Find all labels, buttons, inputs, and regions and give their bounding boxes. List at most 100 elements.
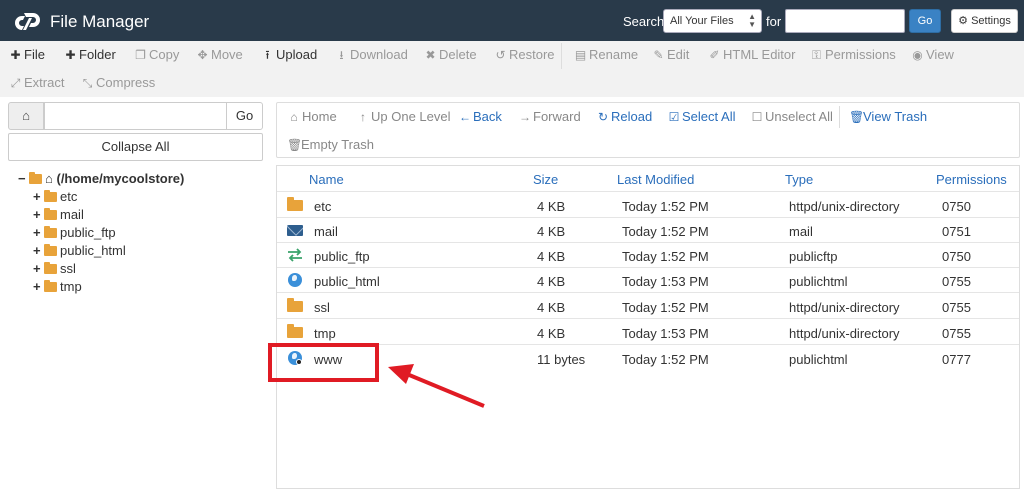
upload-button[interactable]: ⭱ Upload bbox=[261, 42, 317, 68]
toolbar-label: Copy bbox=[149, 47, 180, 62]
file-permissions: 0750 bbox=[942, 249, 971, 264]
mail-icon bbox=[287, 225, 303, 236]
view-button[interactable]: ◉ View bbox=[911, 42, 954, 68]
compress-icon: ⤡ bbox=[82, 76, 93, 90]
file-size: 4 KB bbox=[537, 300, 566, 315]
search-go-button[interactable]: Go bbox=[909, 9, 941, 33]
search-scope-select[interactable]: All Your Files ▲ ▼ bbox=[663, 9, 762, 33]
restore-button[interactable]: ↺ Restore bbox=[494, 42, 554, 68]
download-button[interactable]: ⭳ Download bbox=[335, 42, 407, 68]
nav-label: View Trash bbox=[863, 109, 928, 124]
file-type: publichtml bbox=[789, 274, 848, 289]
tree-item-etc[interactable]: + etc bbox=[33, 189, 77, 204]
file-modified: Today 1:52 PM bbox=[622, 224, 709, 239]
home-icon: ⌂ bbox=[45, 171, 53, 186]
column-header-name[interactable]: Name bbox=[309, 172, 344, 187]
nav-label: Empty Trash bbox=[301, 137, 374, 152]
tree-item-ssl[interactable]: + ssl bbox=[33, 261, 76, 276]
view-trash-button[interactable]: 🗑View Trash bbox=[849, 107, 927, 127]
nav-label: Forward bbox=[533, 109, 581, 124]
nav-label: Back bbox=[473, 109, 502, 124]
home-dir-button[interactable]: ⌂ bbox=[8, 102, 44, 130]
expand-plus-icon[interactable]: + bbox=[33, 243, 43, 258]
app-title: File Manager bbox=[50, 12, 150, 31]
expand-plus-icon[interactable]: + bbox=[33, 225, 43, 240]
collapse-all-button[interactable]: Collapse All bbox=[8, 133, 263, 161]
file-size: 4 KB bbox=[537, 224, 566, 239]
collapse-minus-icon[interactable]: − bbox=[18, 171, 28, 186]
home-nav-button[interactable]: ⌂ Home bbox=[288, 107, 336, 127]
forward-button[interactable]: → Forward bbox=[519, 107, 581, 127]
home-icon: ⌂ bbox=[290, 110, 298, 124]
delete-button[interactable]: ✖ Delete bbox=[424, 42, 476, 68]
rename-button[interactable]: ▤ Rename bbox=[574, 42, 638, 68]
search-input[interactable] bbox=[785, 9, 905, 33]
pencil-icon: ✎ bbox=[653, 48, 664, 62]
expand-plus-icon[interactable]: + bbox=[33, 279, 43, 294]
tree-item-label: tmp bbox=[60, 279, 82, 294]
file-modified: Today 1:52 PM bbox=[622, 249, 709, 264]
tree-root-label: (/home/mycoolstore) bbox=[56, 171, 185, 186]
path-go-button[interactable]: Go bbox=[226, 102, 263, 130]
column-header-last-modified[interactable]: Last Modified bbox=[617, 172, 694, 187]
tree-item-public-html[interactable]: + public_html bbox=[33, 243, 126, 258]
compress-button[interactable]: ⤡ Compress bbox=[81, 70, 156, 96]
restore-icon: ↺ bbox=[495, 48, 506, 62]
arrow-left-icon: ← bbox=[459, 110, 471, 124]
table-row[interactable]: ssl 4 KB Today 1:52 PM httpd/unix-direct… bbox=[277, 294, 1019, 319]
new-folder-button[interactable]: ✚ Folder bbox=[64, 42, 116, 68]
up-one-level-button[interactable]: ↑ Up One Level bbox=[357, 107, 451, 127]
home-icon: ⌂ bbox=[22, 108, 30, 123]
extract-button[interactable]: ⤢ Extract bbox=[9, 70, 65, 96]
table-row[interactable]: public_ftp 4 KB Today 1:52 PM publicftp … bbox=[277, 243, 1019, 268]
edit-button[interactable]: ✎ Edit bbox=[652, 42, 689, 68]
path-input[interactable] bbox=[44, 102, 227, 130]
table-row[interactable]: public_html 4 KB Today 1:53 PM publichtm… bbox=[277, 268, 1019, 293]
back-button[interactable]: ← Back bbox=[459, 107, 502, 127]
tree-item-tmp[interactable]: + tmp bbox=[33, 279, 82, 294]
toolbar-label: Rename bbox=[589, 47, 639, 62]
copy-button[interactable]: ❐ Copy bbox=[134, 42, 179, 68]
file-permissions: 0777 bbox=[942, 352, 971, 367]
tree-root[interactable]: − ⌂ (/home/mycoolstore) bbox=[18, 171, 184, 186]
tree-item-public-ftp[interactable]: + public_ftp bbox=[33, 225, 116, 240]
toolbar-label: Folder bbox=[79, 47, 116, 62]
folder-icon bbox=[44, 226, 57, 238]
file-type: httpd/unix-directory bbox=[789, 326, 900, 341]
reload-button[interactable]: ↻ Reload bbox=[597, 107, 652, 127]
file-permissions: 0750 bbox=[942, 199, 971, 214]
unselect-all-button[interactable]: ☐ Unselect All bbox=[751, 107, 833, 127]
toolbar-divider bbox=[561, 43, 562, 69]
new-file-button[interactable]: ✚ File bbox=[9, 42, 44, 68]
move-icon: ✥ bbox=[197, 48, 208, 62]
column-header-permissions[interactable]: Permissions bbox=[936, 172, 1007, 187]
column-header-size[interactable]: Size bbox=[533, 172, 558, 187]
eye-icon: ◉ bbox=[912, 48, 923, 62]
move-button[interactable]: ✥ Move bbox=[196, 42, 242, 68]
tree-item-mail[interactable]: + mail bbox=[33, 207, 84, 222]
file-size: 4 KB bbox=[537, 249, 566, 264]
settings-button[interactable]: ⚙ Settings bbox=[951, 9, 1018, 33]
upload-icon: ⭱ bbox=[265, 48, 270, 62]
file-name: tmp bbox=[314, 326, 336, 341]
folder-icon bbox=[44, 244, 57, 256]
file-list-table: Name Size Last Modified Type Permissions… bbox=[276, 165, 1020, 489]
expand-plus-icon[interactable]: + bbox=[33, 189, 43, 204]
empty-trash-button[interactable]: 🗑Empty Trash bbox=[287, 135, 374, 155]
table-row[interactable]: tmp 4 KB Today 1:53 PM httpd/unix-direct… bbox=[277, 320, 1019, 345]
table-row[interactable]: etc 4 KB Today 1:52 PM httpd/unix-direct… bbox=[277, 193, 1019, 218]
file-modified: Today 1:52 PM bbox=[622, 352, 709, 367]
file-name: ssl bbox=[314, 300, 330, 315]
column-header-type[interactable]: Type bbox=[785, 172, 813, 187]
file-modified: Today 1:52 PM bbox=[622, 300, 709, 315]
nav-label: Unselect All bbox=[765, 109, 833, 124]
folder-icon bbox=[287, 298, 303, 312]
expand-plus-icon[interactable]: + bbox=[33, 261, 43, 276]
tree-item-label: etc bbox=[60, 189, 78, 204]
html-editor-button[interactable]: ✐ HTML Editor bbox=[708, 42, 795, 68]
nav-divider bbox=[839, 106, 840, 128]
table-row[interactable]: mail 4 KB Today 1:52 PM mail 0751 bbox=[277, 218, 1019, 243]
permissions-button[interactable]: ⚿ Permissions bbox=[810, 42, 896, 68]
expand-plus-icon[interactable]: + bbox=[33, 207, 43, 222]
select-all-button[interactable]: ☑ Select All bbox=[668, 107, 736, 127]
